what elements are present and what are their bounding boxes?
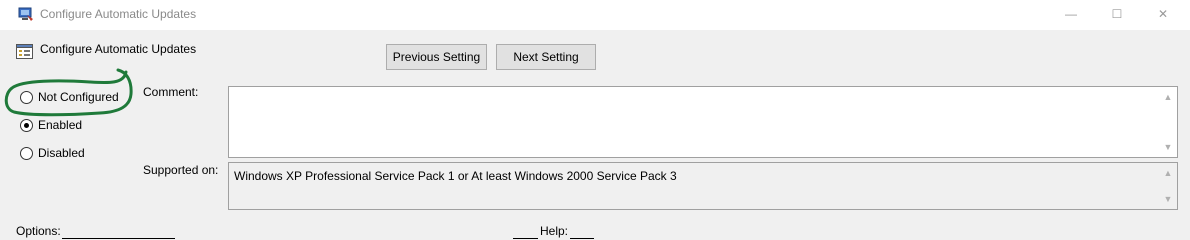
comment-textarea[interactable] <box>228 86 1178 158</box>
minimize-icon[interactable]: — <box>1048 0 1094 30</box>
radio-circle[interactable] <box>20 146 33 160</box>
supported-on-label: Supported on: <box>143 163 219 177</box>
close-icon[interactable]: ✕ <box>1140 0 1186 30</box>
policy-title: Configure Automatic Updates <box>40 42 197 56</box>
scroll-down-icon[interactable]: ▼ <box>1160 192 1176 206</box>
policy-setting-icon <box>16 44 34 60</box>
window-title: Configure Automatic Updates <box>40 7 197 21</box>
scroll-up-icon[interactable]: ▲ <box>1160 90 1176 104</box>
radio-circle[interactable] <box>20 118 33 132</box>
scroll-up-icon[interactable]: ▲ <box>1160 166 1176 180</box>
radio-label: Enabled <box>38 118 83 132</box>
previous-setting-button[interactable]: Previous Setting <box>386 44 487 70</box>
help-divider <box>513 238 538 239</box>
help-label: Help: <box>540 224 569 238</box>
radio-label: Disabled <box>38 146 85 160</box>
maximize-glyph: ☐ <box>1111 7 1123 21</box>
annotation-circle <box>4 68 133 117</box>
disabled-radio[interactable]: Disabled <box>20 144 85 162</box>
comment-label: Comment: <box>143 85 199 99</box>
next-setting-button[interactable]: Next Setting <box>496 44 596 70</box>
options-divider <box>62 238 175 239</box>
supported-on-value: Windows XP Professional Service Pack 1 o… <box>234 169 677 183</box>
scroll-down-icon[interactable]: ▼ <box>1160 140 1176 154</box>
minimize-glyph: — <box>1065 7 1077 21</box>
maximize-icon[interactable]: ☐ <box>1094 0 1140 30</box>
help-divider <box>570 238 594 239</box>
group-policy-icon <box>18 6 34 22</box>
close-glyph: ✕ <box>1157 7 1169 21</box>
options-label: Options: <box>16 224 61 238</box>
